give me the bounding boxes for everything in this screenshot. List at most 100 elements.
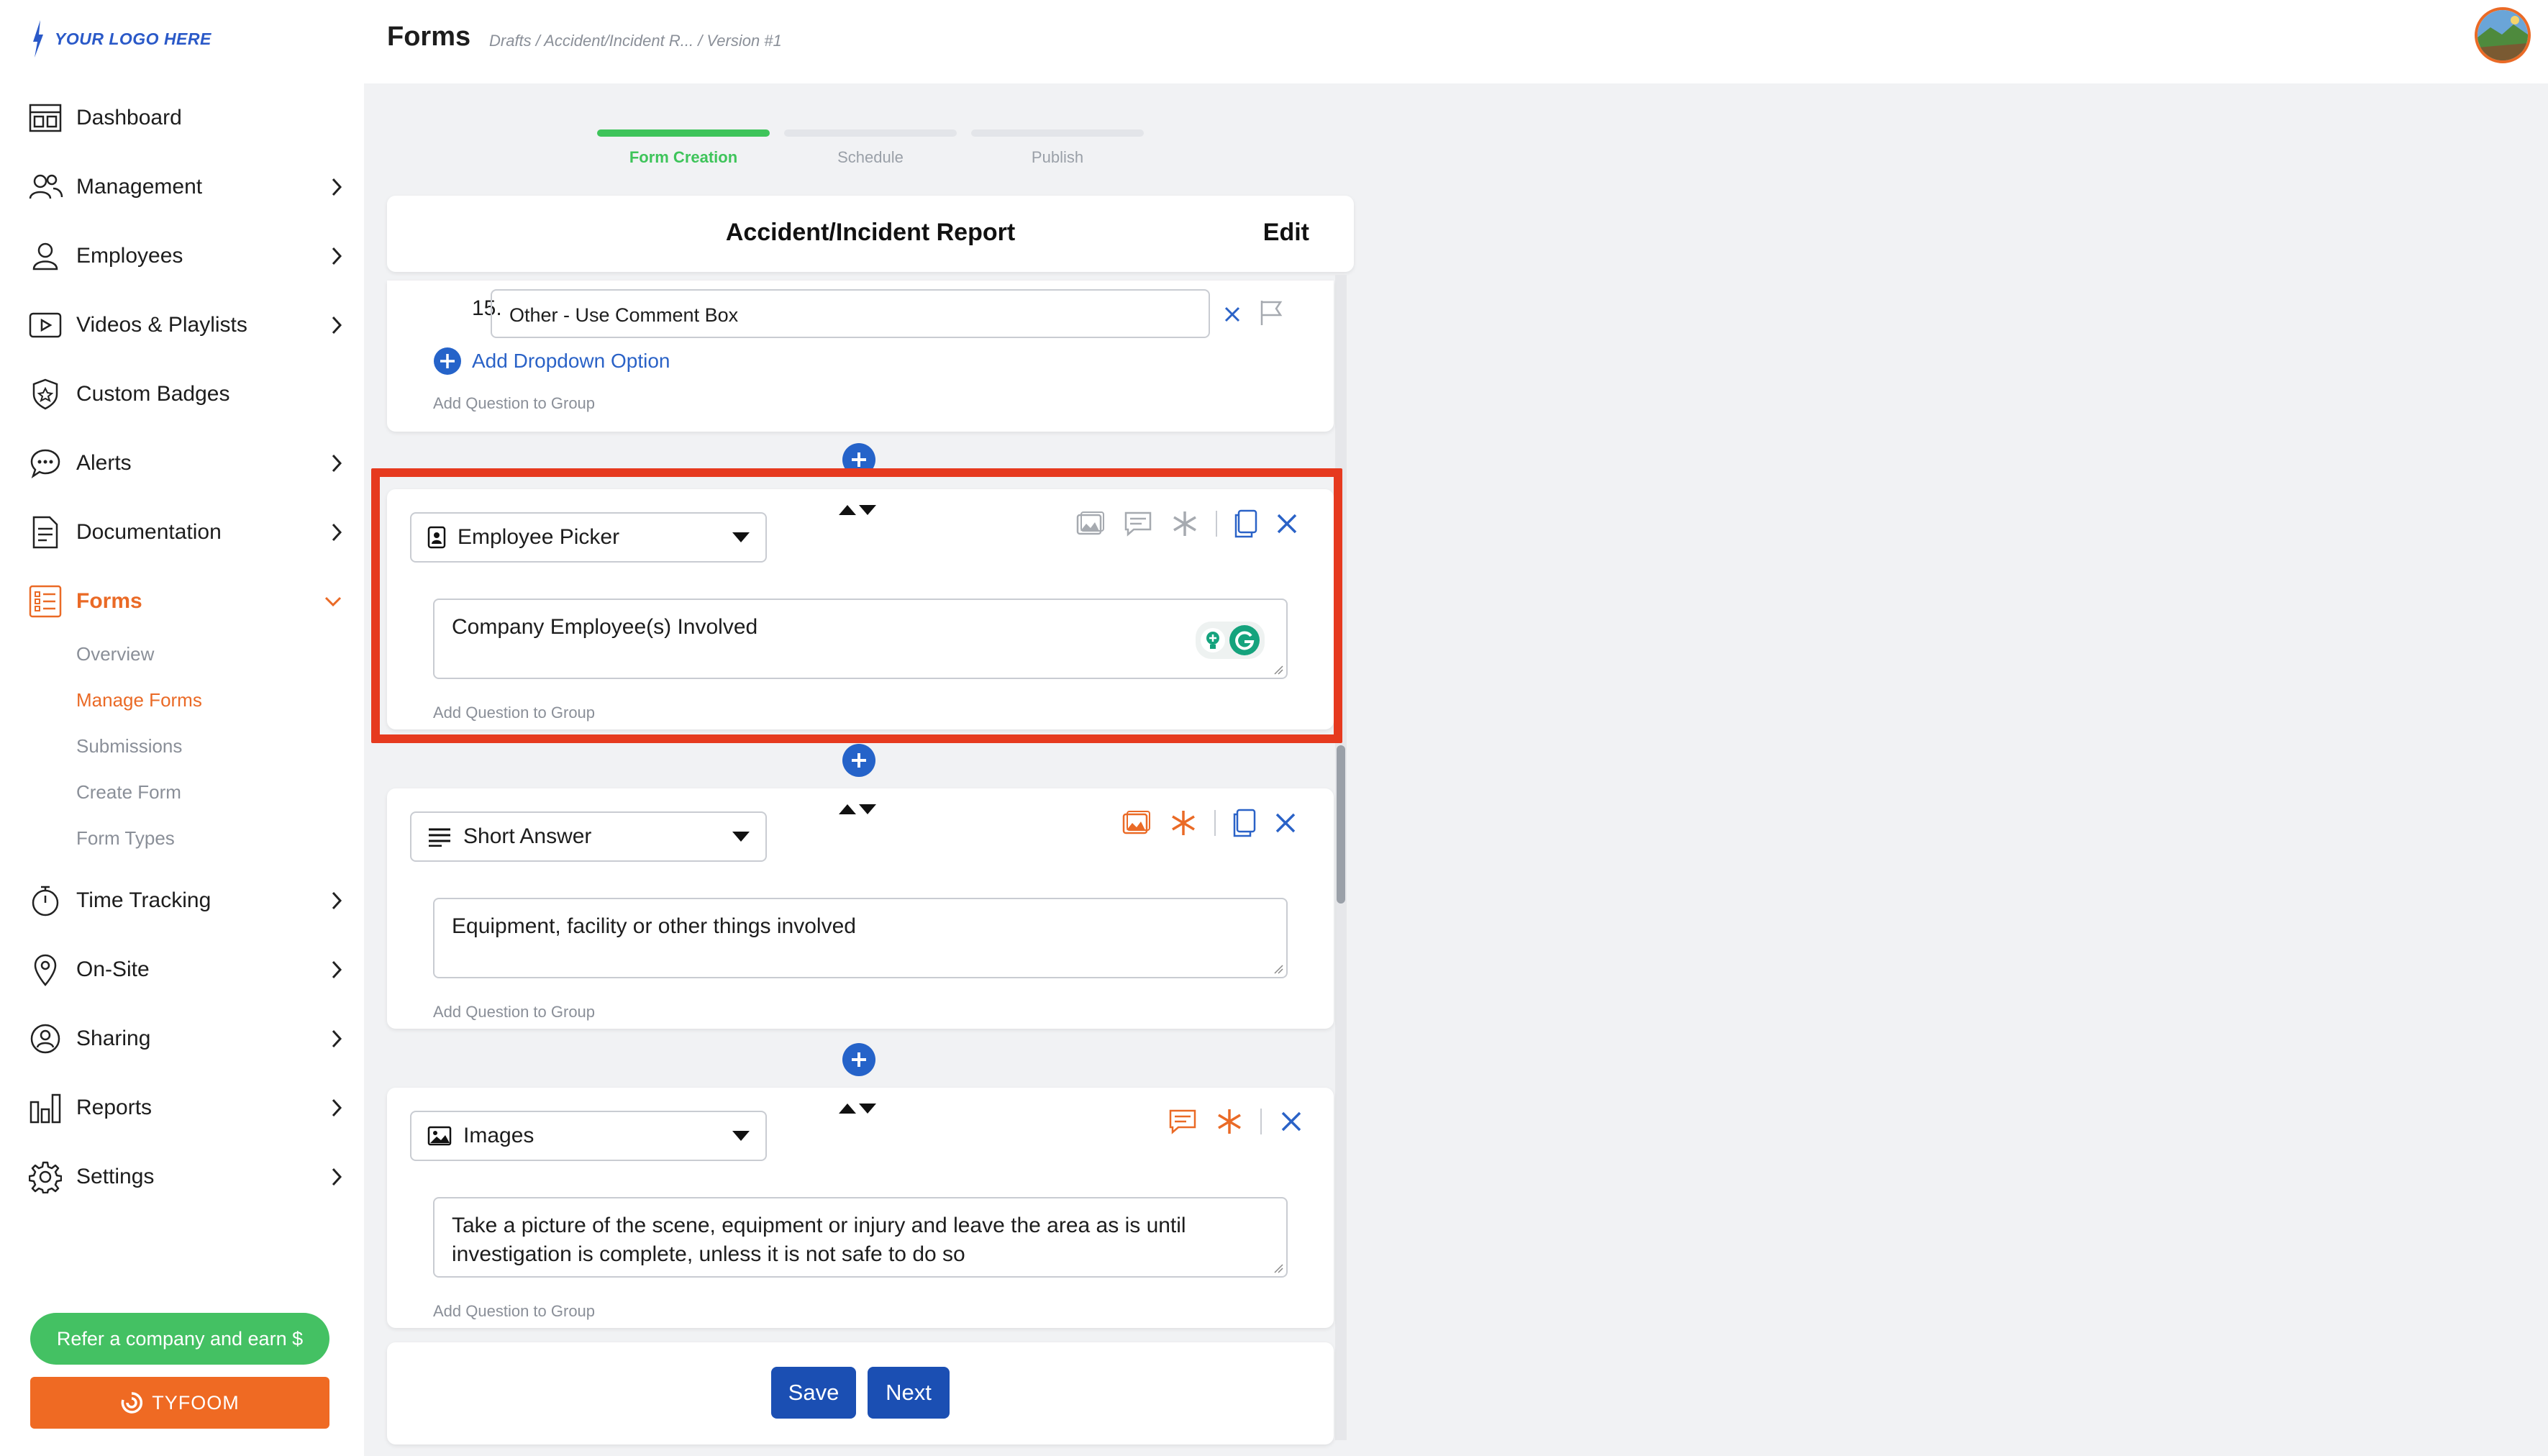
main-content: Form Creation Schedule Publish Accident/… (364, 83, 2548, 1456)
short-answer-icon (427, 827, 452, 847)
sidebar-subitem-create-form[interactable]: Create Form (76, 781, 181, 804)
sidebar-item-sharing[interactable]: Sharing (26, 1010, 342, 1068)
insert-question-button[interactable] (842, 744, 875, 777)
scrollbar-thumb[interactable] (1337, 745, 1345, 904)
question-type-label: Short Answer (463, 824, 592, 848)
toolbar-divider (1260, 1109, 1262, 1134)
sidebar-item-dashboard[interactable]: Dashboard (26, 89, 342, 147)
chevron-right-icon (332, 316, 342, 335)
add-question-to-group-link[interactable]: Add Question to Group (433, 394, 595, 413)
sidebar-item-label: Sharing (76, 1027, 151, 1050)
people-icon (26, 168, 65, 206)
image-attach-icon[interactable] (1122, 810, 1151, 836)
insert-question-button[interactable] (842, 1043, 875, 1076)
move-up-icon[interactable] (839, 1104, 856, 1114)
dropdown-option-input[interactable]: Other - Use Comment Box (491, 289, 1210, 338)
add-question-to-group-link[interactable]: Add Question to Group (433, 1302, 595, 1321)
caret-down-icon (732, 1131, 750, 1141)
sidebar-item-documentation[interactable]: Documentation (26, 504, 342, 561)
sidebar-item-label: Management (76, 175, 203, 199)
company-logo[interactable]: YOUR LOGO HERE (30, 20, 211, 58)
chevron-right-icon (332, 1029, 342, 1048)
sidebar-item-reports[interactable]: Reports (26, 1079, 342, 1137)
chevron-right-icon (332, 247, 342, 265)
chat-bubble-icon (26, 444, 65, 483)
question-type-label: Images (463, 1124, 534, 1147)
resize-handle-icon[interactable] (1273, 1263, 1283, 1273)
plus-icon (852, 1052, 866, 1067)
breadcrumb[interactable]: Drafts / Accident/Incident R... / Versio… (489, 32, 782, 50)
step-schedule[interactable]: Schedule (784, 129, 957, 167)
share-icon (26, 1019, 65, 1058)
remove-option-icon[interactable] (1223, 305, 1242, 324)
sidebar-item-label: Videos & Playlists (76, 313, 247, 337)
add-dropdown-option-button[interactable]: Add Dropdown Option (433, 347, 670, 376)
next-button[interactable]: Next (868, 1367, 950, 1419)
question-type-select[interactable]: Short Answer (410, 811, 767, 862)
edit-button[interactable]: Edit (1263, 219, 1309, 247)
sidebar-subitem-overview[interactable]: Overview (76, 643, 154, 665)
comment-icon[interactable] (1168, 1109, 1197, 1134)
sidebar-subitem-submissions[interactable]: Submissions (76, 735, 182, 757)
sidebar-item-settings[interactable]: Settings (26, 1148, 342, 1206)
plus-icon (852, 452, 866, 467)
sidebar-item-employees[interactable]: Employees (26, 227, 342, 285)
form-title: Accident/Incident Report (725, 219, 1016, 246)
question-text-input[interactable]: Take a picture of the scene, equipment o… (433, 1197, 1288, 1278)
sidebar-item-label: Forms (76, 589, 142, 613)
tyfoom-label: TYFOOM (152, 1391, 240, 1414)
required-asterisk-icon[interactable] (1170, 809, 1197, 837)
delete-question-icon[interactable] (1280, 1111, 1302, 1132)
add-dropdown-option-label: Add Dropdown Option (472, 350, 670, 372)
move-up-icon[interactable] (839, 804, 856, 814)
flag-icon[interactable] (1259, 299, 1283, 327)
move-down-icon[interactable] (859, 1104, 876, 1114)
question-toolbar (1168, 1108, 1302, 1135)
question-text-input[interactable]: Equipment, facility or other things invo… (433, 898, 1288, 978)
logo-text: YOUR LOGO HERE (55, 29, 211, 48)
stopwatch-icon (26, 881, 65, 920)
sidebar: YOUR LOGO HERE Dashboard Management Empl… (0, 0, 364, 1456)
delete-question-icon[interactable] (1275, 812, 1296, 834)
refer-company-button[interactable]: Refer a company and earn $ (30, 1313, 329, 1365)
chevron-right-icon (332, 454, 342, 473)
question-text: Equipment, facility or other things invo… (452, 914, 856, 938)
top-header: Forms Drafts / Accident/Incident R... / … (364, 0, 2548, 83)
chevron-right-icon (332, 891, 342, 910)
sidebar-item-forms[interactable]: Forms (26, 573, 342, 630)
step-publish[interactable]: Publish (971, 129, 1144, 167)
resize-handle-icon[interactable] (1273, 964, 1283, 974)
save-button[interactable]: Save (771, 1367, 856, 1419)
sidebar-item-custom-badges[interactable]: Custom Badges (26, 365, 342, 423)
sidebar-item-management[interactable]: Management (26, 158, 342, 216)
bar-chart-icon (26, 1088, 65, 1127)
sidebar-subitem-manage-forms[interactable]: Manage Forms (76, 689, 202, 711)
chevron-right-icon (332, 1168, 342, 1186)
reorder-arrows[interactable] (839, 804, 876, 814)
sidebar-item-time-tracking[interactable]: Time Tracking (26, 872, 342, 929)
sidebar-item-label: Dashboard (76, 106, 182, 129)
dashboard-icon (26, 99, 65, 137)
tyfoom-logo-icon (121, 1392, 143, 1414)
person-icon (26, 237, 65, 276)
toolbar-divider (1214, 810, 1216, 836)
add-circle-icon (433, 347, 462, 376)
question-type-select[interactable]: Images (410, 1111, 767, 1161)
sidebar-item-alerts[interactable]: Alerts (26, 434, 342, 492)
add-question-to-group-link[interactable]: Add Question to Group (433, 1003, 595, 1022)
required-asterisk-icon[interactable] (1216, 1108, 1243, 1135)
location-pin-icon (26, 950, 65, 989)
video-icon (26, 306, 65, 345)
sidebar-subitem-form-types[interactable]: Form Types (76, 827, 175, 850)
chevron-right-icon (332, 178, 342, 196)
sidebar-item-label: Employees (76, 244, 183, 268)
duplicate-icon[interactable] (1232, 809, 1256, 837)
question-card-short-answer: Short Answer Equipment, facility or othe… (387, 788, 1334, 1029)
sidebar-item-videos-playlists[interactable]: Videos & Playlists (26, 296, 342, 354)
step-form-creation[interactable]: Form Creation (597, 129, 770, 167)
sidebar-item-on-site[interactable]: On-Site (26, 941, 342, 998)
avatar[interactable] (2475, 7, 2531, 63)
tyfoom-button[interactable]: TYFOOM (30, 1377, 329, 1429)
move-down-icon[interactable] (859, 804, 876, 814)
reorder-arrows[interactable] (839, 1104, 876, 1114)
